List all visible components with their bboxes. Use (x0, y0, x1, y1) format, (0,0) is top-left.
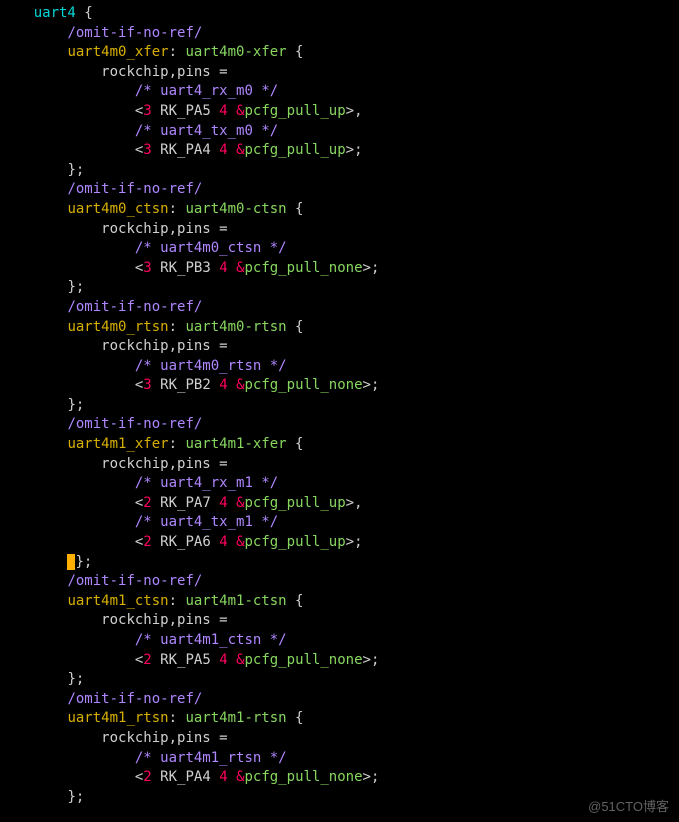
node-ref: uart4m0-xfer (185, 44, 286, 60)
node-name: uart4 (34, 5, 76, 21)
label: uart4m0_xfer (67, 44, 168, 60)
watermark: @51CTO博客 (588, 798, 669, 816)
omit-directive: /omit-if-no-ref/ (67, 25, 202, 41)
code-block: uart4 { /omit-if-no-ref/ uart4m0_xfer: u… (0, 0, 679, 807)
